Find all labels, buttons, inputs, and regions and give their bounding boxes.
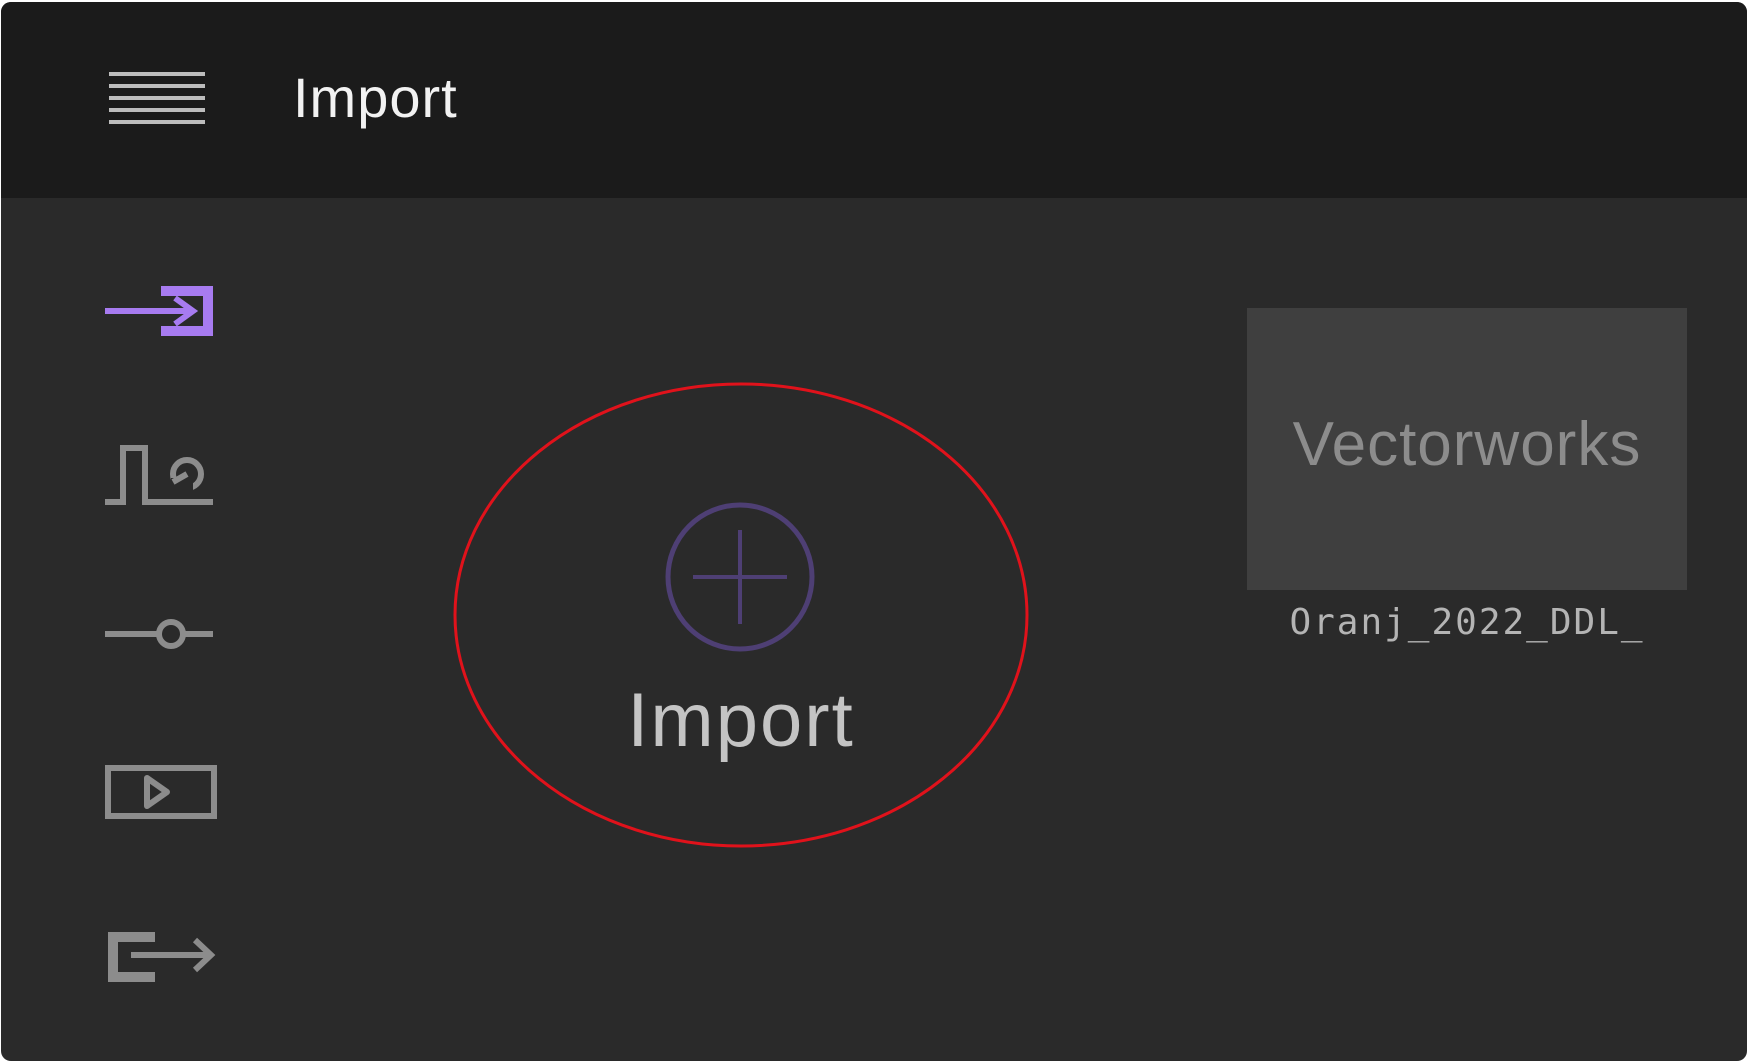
import-label: Import (627, 678, 855, 763)
sidebar-item-import[interactable] (101, 278, 221, 358)
export-icon (108, 932, 216, 982)
project-thumbnail: Vectorworks (1247, 308, 1687, 590)
app-window: Import Import Vectorworks Oranj_2022_DDL… (1, 2, 1747, 1061)
top-app-bar: Import (1, 2, 1747, 198)
import-icon (105, 286, 213, 336)
play-preview-icon (105, 765, 217, 819)
signal-patch-icon (105, 445, 213, 505)
sidebar-item-adjust[interactable] (101, 598, 221, 678)
import-button[interactable]: Import (453, 382, 1029, 848)
project-thumbnail-text: Vectorworks (1292, 410, 1642, 479)
plus-circle-icon (665, 502, 815, 652)
recent-project-card[interactable]: Vectorworks Oranj_2022_DDL_ (1247, 308, 1687, 648)
sidebar-item-export[interactable] (101, 918, 221, 998)
page-title: Import (293, 66, 458, 129)
slider-icon (105, 619, 213, 649)
sidebar-item-preview[interactable] (101, 758, 221, 838)
project-name: Oranj_2022_DDL_ (1289, 602, 1645, 643)
hamburger-menu-icon[interactable] (105, 68, 209, 130)
sidebar-item-patch[interactable] (101, 438, 221, 518)
